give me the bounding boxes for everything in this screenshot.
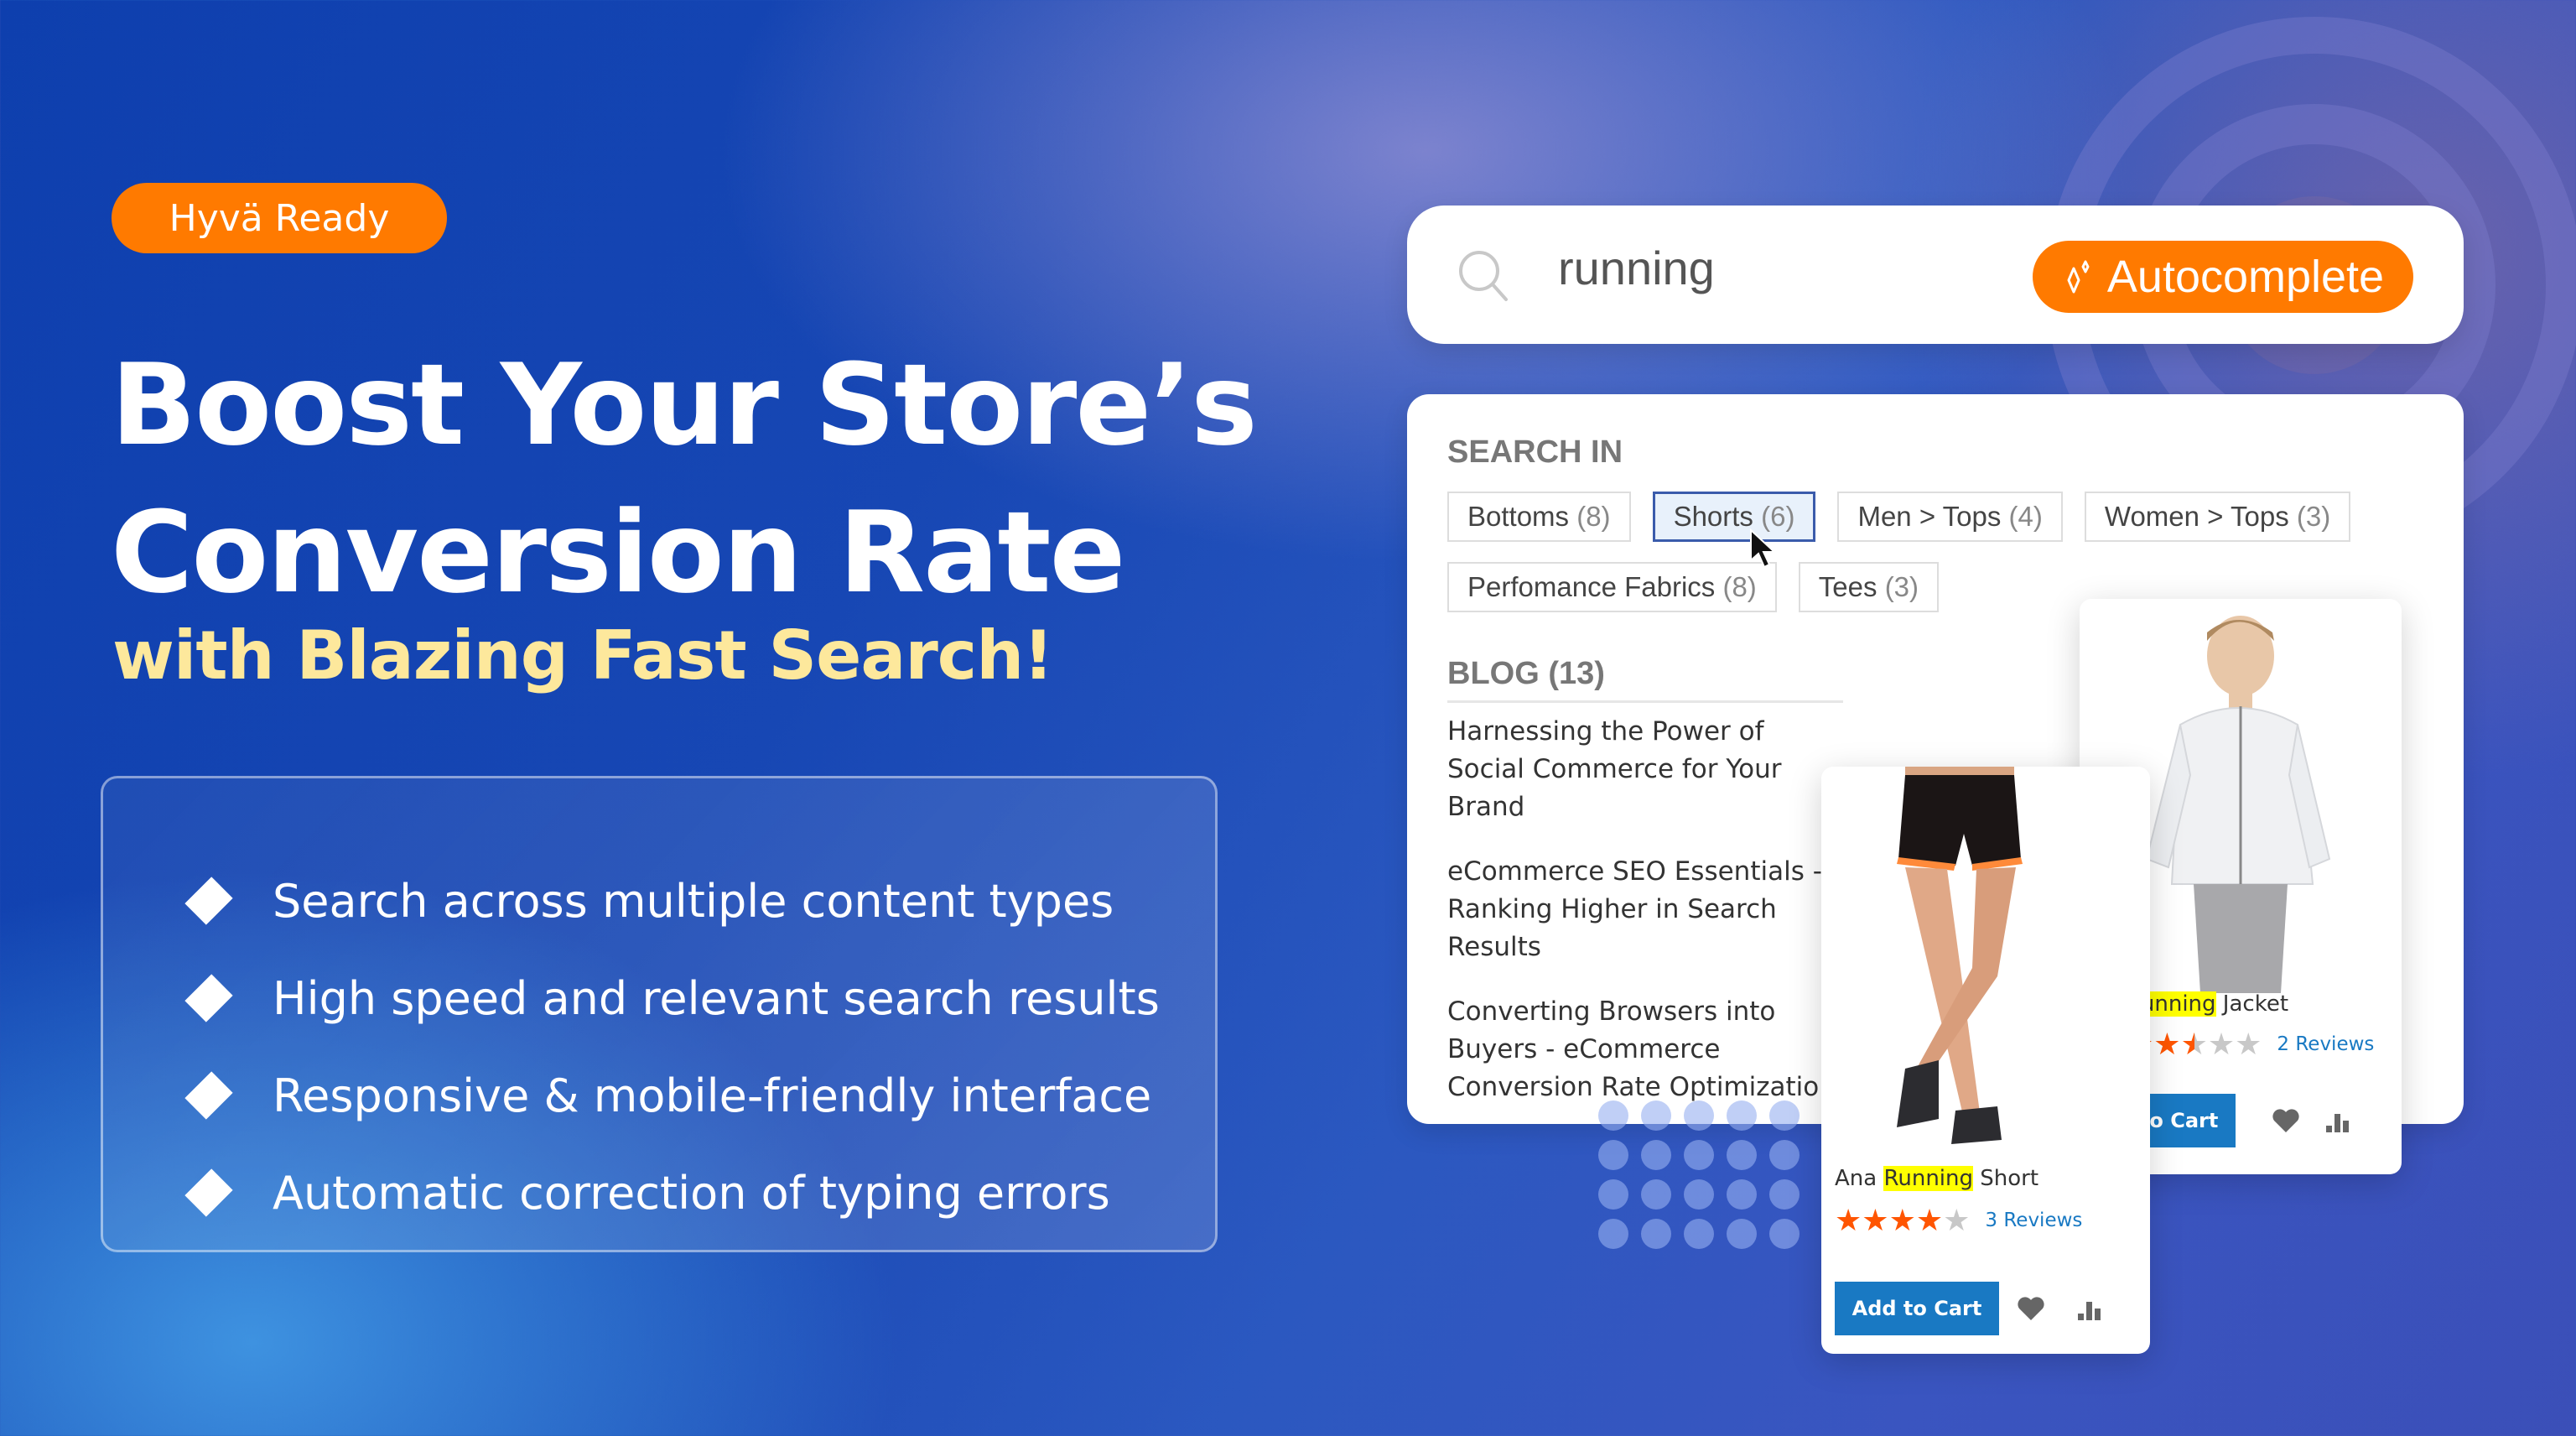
feature-text: High speed and relevant search results	[273, 971, 1160, 1025]
search-highlight: Running	[1883, 1166, 1974, 1191]
diamond-bullet-icon	[184, 877, 233, 925]
star-empty-icon: ★	[1943, 1203, 1971, 1237]
decorative-dot	[1727, 1179, 1757, 1210]
category-chip-tees[interactable]: Tees (3)	[1798, 562, 1940, 612]
star-full-icon: ★	[1835, 1203, 1862, 1237]
chip-label: Women > Tops	[2104, 501, 2289, 532]
headline-line-1: Boost Your Store’s	[111, 340, 1258, 471]
category-chip-men-tops[interactable]: Men > Tops (4)	[1837, 492, 2063, 542]
compare-icon[interactable]	[2323, 1106, 2353, 1136]
chip-count: (4)	[2008, 501, 2043, 532]
compare-icon[interactable]	[2075, 1293, 2105, 1324]
reviews-link[interactable]: 3 Reviews	[1985, 1210, 2082, 1231]
decorative-dot	[1727, 1219, 1757, 1249]
search-icon	[1459, 251, 1508, 301]
chip-label: Bottoms	[1467, 501, 1570, 532]
decorative-dot	[1598, 1179, 1628, 1210]
chip-count: (3)	[1884, 571, 1919, 602]
diamond-bullet-icon	[184, 1071, 233, 1120]
decorative-dot	[1769, 1100, 1800, 1131]
heart-icon[interactable]	[2271, 1106, 2301, 1136]
chip-count: (8)	[1576, 501, 1611, 532]
search-in-title: SEARCH IN	[1447, 434, 1623, 470]
mouse-cursor-icon	[1750, 528, 1777, 569]
blog-title: BLOG (13)	[1447, 656, 1605, 691]
decorative-dot	[1598, 1219, 1628, 1249]
autocomplete-button[interactable]: Autocomplete	[2033, 241, 2413, 313]
product-image-jacket	[2145, 616, 2331, 993]
decorative-dot	[1769, 1140, 1800, 1170]
blog-list: Harnessing the Power of Social Commerce …	[1447, 713, 1841, 1133]
reviews-link[interactable]: 2 Reviews	[2277, 1033, 2374, 1055]
product-image-shorts	[1897, 767, 2023, 1144]
chip-label: Shorts	[1673, 501, 1753, 532]
blog-post-link[interactable]: Converting Browsers into Buyers - eComme…	[1447, 993, 1841, 1106]
decorative-dot	[1598, 1100, 1628, 1131]
feature-item: Search across multiple content types	[172, 852, 1215, 950]
features-panel: Search across multiple content types Hig…	[101, 776, 1218, 1252]
category-chip-bottoms[interactable]: Bottoms (8)	[1447, 492, 1631, 542]
chip-label: Tees	[1818, 571, 1877, 602]
decorative-dot	[1684, 1100, 1714, 1131]
decorative-dot	[1684, 1219, 1714, 1249]
product-name-suffix: Jacket	[2215, 991, 2289, 1017]
star-full-icon: ★	[1915, 1203, 1944, 1237]
chip-count: (3)	[2296, 501, 2331, 532]
decorative-dot	[1641, 1100, 1671, 1131]
search-input[interactable]: running	[1558, 241, 1715, 295]
headline-subline: with Blazing Fast Search!	[112, 617, 1054, 695]
diamond-bullet-icon	[184, 974, 233, 1022]
category-chip-performance-fabrics[interactable]: Perfomance Fabrics (8)	[1447, 562, 1777, 612]
feature-item: High speed and relevant search results	[172, 950, 1215, 1047]
decorative-dot	[1641, 1179, 1671, 1210]
category-chip-shorts[interactable]: Shorts (6)	[1652, 492, 1816, 542]
product-name[interactable]: Running Jacket	[2127, 991, 2288, 1017]
page-headline: Boost Your Store’s Conversion Rate	[111, 331, 1258, 627]
product-name-suffix: Short	[1973, 1166, 2039, 1191]
decorative-dot	[1727, 1140, 1757, 1170]
decorative-dot	[1769, 1219, 1800, 1249]
decorative-dot	[1641, 1219, 1671, 1249]
feature-item: Responsive & mobile-friendly interface	[172, 1047, 1215, 1144]
chip-count: (8)	[1722, 571, 1757, 602]
decorative-dot	[1684, 1140, 1714, 1170]
chip-count: (6)	[1761, 501, 1795, 532]
headline-line-2: Conversion Rate	[111, 487, 1125, 618]
blog-post-link[interactable]: Harnessing the Power of Social Commerce …	[1447, 713, 1841, 826]
chip-label: Men > Tops	[1857, 501, 2002, 532]
decorative-dot	[1598, 1140, 1628, 1170]
decorative-dot	[1641, 1140, 1671, 1170]
star-empty-icon: ★	[2235, 1027, 2262, 1061]
star-half-icon: ★	[2180, 1027, 2208, 1061]
autocomplete-label: Autocomplete	[2106, 252, 2385, 302]
blog-divider	[1447, 700, 1843, 703]
decorative-dots	[1598, 1100, 1816, 1260]
feature-text: Search across multiple content types	[273, 874, 1114, 928]
feature-text: Responsive & mobile-friendly interface	[273, 1069, 1152, 1122]
rating-stars: ★ ★ ★ ★ ★ 3 Reviews	[1835, 1203, 2082, 1238]
blog-post-link[interactable]: eCommerce SEO Essentials - Ranking Highe…	[1447, 853, 1841, 966]
chip-label: Perfomance Fabrics	[1467, 571, 1716, 602]
heart-icon[interactable]	[2016, 1293, 2046, 1324]
product-name-prefix: Ana	[1835, 1166, 1884, 1191]
search-bar[interactable]: running Autocomplete	[1407, 206, 2464, 344]
decorative-dot	[1769, 1179, 1800, 1210]
add-to-cart-button[interactable]: Add to Cart	[1835, 1282, 1999, 1335]
hyva-ready-badge: Hyvä Ready	[112, 183, 447, 253]
star-full-icon: ★	[1862, 1203, 1889, 1237]
decorative-dot	[1727, 1100, 1757, 1131]
star-full-icon: ★	[2153, 1027, 2181, 1061]
star-empty-icon: ★	[2207, 1027, 2236, 1061]
diamond-bullet-icon	[184, 1168, 233, 1217]
rating-stars: ★★★★★ 2 Reviews	[2127, 1027, 2374, 1062]
category-chip-women-tops[interactable]: Women > Tops (3)	[2084, 492, 2351, 542]
decorative-dot	[1684, 1179, 1714, 1210]
star-full-icon: ★	[1888, 1203, 1916, 1237]
sparkle-icon	[2067, 260, 2090, 294]
feature-text: Automatic correction of typing errors	[273, 1166, 1110, 1220]
feature-item: Automatic correction of typing errors	[172, 1144, 1215, 1241]
product-card-ana-running-short[interactable]: Ana Running Short ★ ★ ★ ★ ★ 3 Reviews Add to…	[1821, 767, 2150, 1354]
product-name[interactable]: Ana Running Short	[1835, 1166, 2038, 1191]
